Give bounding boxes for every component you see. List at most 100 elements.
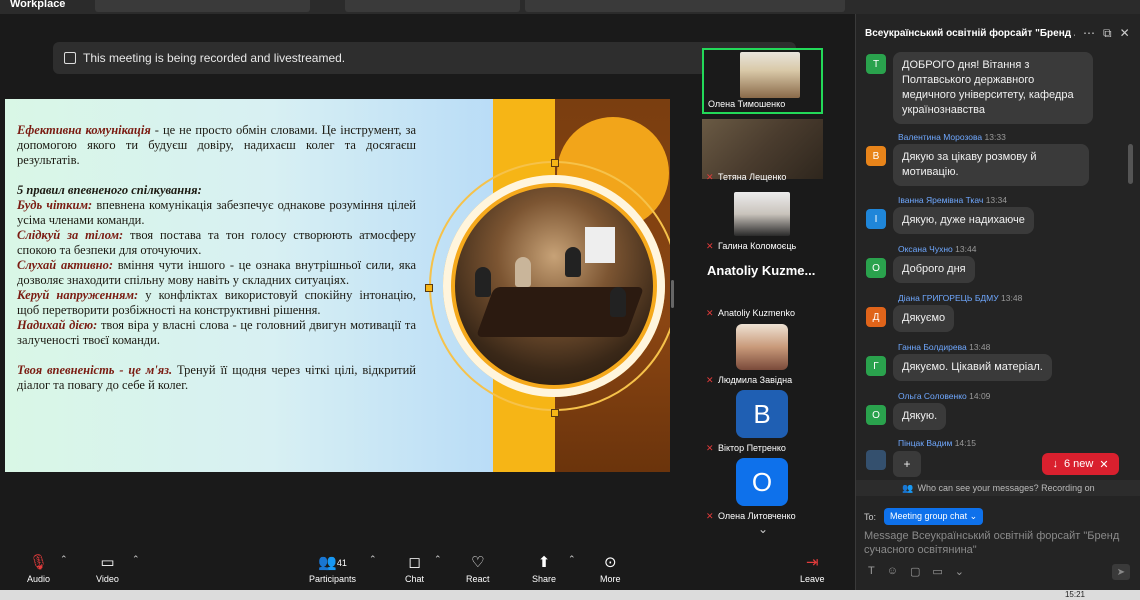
chat-button[interactable]: ◻ Chat [405, 554, 424, 584]
participants-label: Participants [309, 574, 357, 584]
screenshot-icon[interactable]: ▭ [932, 565, 942, 578]
chat-scrollbar[interactable] [1128, 54, 1133, 474]
gallery-scroll-down-icon[interactable]: ⌄ [737, 517, 789, 541]
send-button[interactable]: ➤ [1112, 564, 1130, 580]
slide-term: Керуй напруженням: [17, 288, 139, 302]
slide-intro: Ефективна комунікація - це не просто обм… [17, 123, 416, 168]
chevron-down-icon[interactable]: ⌄ [955, 565, 964, 578]
share-options-chevron-icon[interactable]: ⌃ [568, 554, 576, 565]
slide-decor-dot [551, 159, 559, 167]
message-time: 13:48 [1001, 293, 1023, 303]
message-sender: Діана ГРИГОРЕЦЬ БДМУ 13:48 [898, 293, 1022, 303]
participant-tile[interactable]: ✕ Людмила Завідна [702, 322, 823, 388]
close-icon[interactable]: ✕ [1099, 458, 1108, 471]
participant-video [736, 324, 788, 370]
participant-name: Олена Тимошенко [708, 99, 785, 109]
slide-decor-dot [425, 284, 433, 292]
title-tab[interactable] [95, 0, 310, 12]
message-time: 14:15 [954, 438, 976, 448]
format-text-icon[interactable]: T [868, 565, 875, 578]
slide-rules-title: 5 правил впевненого спілкування: [17, 183, 202, 197]
participant-name: ✕ Anatoliy Kuzmenko [706, 308, 795, 318]
new-messages-button[interactable]: ↓ 6 new ✕ [1042, 453, 1119, 475]
visibility-notice[interactable]: 👥 Who can see your messages? Recording o… [856, 480, 1140, 496]
leave-button[interactable]: ⇥ Leave [800, 554, 825, 584]
chat-options-chevron-icon[interactable]: ⌃ [434, 554, 442, 565]
share-button[interactable]: ⬆ Share [532, 554, 556, 584]
audio-label: Audio [27, 574, 51, 584]
message-bubble: Дякую за цікаву розмову й мотивацію. [893, 144, 1089, 186]
compose-toolbar: T ☺ ▢ ▭ ⌄ [868, 565, 964, 578]
audio-button[interactable]: 🎙 Audio [27, 554, 50, 584]
participant-video [734, 192, 790, 236]
react-button[interactable]: ♡ React [466, 554, 490, 584]
participant-avatar: B [736, 390, 788, 438]
chat-bubble-icon: ◻ [408, 554, 421, 571]
video-options-chevron-icon[interactable]: ⌃ [132, 554, 140, 565]
chat-messages: Т ДОБРОГО дня! Вітання з Полтавського де… [856, 52, 1140, 472]
slide-rule: Слухай активно: вміння чути іншого - це … [17, 258, 416, 288]
slide-photo [455, 187, 653, 385]
participants-button[interactable]: 👥41 Participants [309, 554, 356, 584]
participant-display-name: Anatoliy Kuzme... [707, 263, 816, 278]
chat-header: Всеукраїнський освітній форсайт "Бренд .… [856, 14, 1140, 52]
participant-tile[interactable]: O ✕ Олена Литовченко [702, 458, 823, 524]
participant-name-text: Віктор Петренко [718, 443, 786, 453]
share-screen-icon: ⬆ [537, 554, 551, 571]
slide-rules: 5 правил впевненого спілкування: Будь чі… [17, 183, 416, 348]
participants-options-chevron-icon[interactable]: ⌃ [369, 554, 377, 565]
slide-term: Твоя впевненість - це м'яз. [17, 363, 173, 377]
participant-avatar: O [736, 458, 788, 506]
sender-name: Ольга Соловенко [898, 391, 967, 401]
participant-tile[interactable]: B ✕ Віктор Петренко [702, 390, 823, 456]
mic-muted-icon: 🎙 [28, 554, 49, 571]
sender-name: Валентина Морозова [898, 132, 983, 142]
participant-name: ✕ Галина Коломоєць [706, 241, 796, 251]
video-button[interactable]: ▭ Video [96, 554, 119, 584]
message-time: 13:44 [955, 244, 977, 254]
participant-tile[interactable]: Олена Тимошенко [702, 48, 823, 114]
attach-file-icon[interactable]: ▢ [910, 565, 920, 578]
participant-name: ✕ Людмила Завідна [706, 375, 792, 385]
slide-rule: Надихай дією: твоя віра у власні слова -… [17, 318, 416, 348]
message-bubble: Дякуємо [893, 305, 955, 332]
recording-banner: This meeting is being recorded and lives… [53, 42, 796, 74]
slide-decor-dot [551, 409, 559, 417]
taskbar-clock: 15:21 [1064, 590, 1085, 599]
participants-count: 41 [336, 558, 347, 568]
participant-gallery: Олена Тимошенко ✕ Тетяна Лещенко ✕ Галина … [702, 48, 824, 548]
emoji-icon[interactable]: ☺ [887, 565, 898, 578]
react-label: React [466, 574, 490, 584]
add-reaction-button[interactable]: + [893, 451, 921, 477]
more-icon: ⊙ [603, 554, 617, 571]
app-brand: Workplace [10, 0, 66, 10]
participant-video [702, 119, 823, 179]
participant-tile[interactable]: Anatoliy Kuzme... ✕ Anatoliy Kuzmenko [702, 255, 823, 321]
heart-icon: ♡ [471, 554, 485, 571]
recipient-row: To: Meeting group chat ⌄ [864, 508, 984, 525]
message-time: 13:34 [985, 195, 1007, 205]
mic-muted-icon: ✕ [706, 374, 714, 385]
sender-avatar: Д [866, 307, 886, 327]
more-button[interactable]: ⊙ More [600, 554, 621, 584]
title-tab[interactable] [525, 0, 845, 12]
participant-tile[interactable]: ✕ Галина Коломоєць [702, 188, 823, 254]
participant-tile[interactable]: ✕ Тетяна Лещенко [702, 119, 823, 185]
participant-name-text: Людмила Завідна [718, 375, 793, 385]
sender-avatar: О [866, 258, 886, 278]
audio-options-chevron-icon[interactable]: ⌃ [60, 554, 68, 565]
recipient-dropdown[interactable]: Meeting group chat ⌄ [884, 508, 984, 525]
panel-resize-handle[interactable] [671, 280, 674, 308]
pop-out-icon[interactable]: ⧉ [1103, 26, 1112, 41]
to-label: To: [864, 511, 877, 522]
message-bubble: Дякуємо. Цікавий матеріал. [893, 354, 1052, 381]
mic-muted-icon: ✕ [706, 240, 714, 251]
scrollbar-thumb[interactable] [1128, 144, 1133, 184]
title-tab[interactable] [345, 0, 520, 12]
close-icon[interactable]: ✕ [1120, 26, 1130, 40]
message-input[interactable]: Message Всеукраїнський освітній форсайт … [864, 529, 1134, 557]
more-options-icon[interactable]: ⋯ [1083, 26, 1095, 40]
participant-video [740, 52, 800, 98]
os-taskbar: 15:21 [0, 590, 1140, 600]
mic-muted-icon: ✕ [706, 307, 714, 318]
